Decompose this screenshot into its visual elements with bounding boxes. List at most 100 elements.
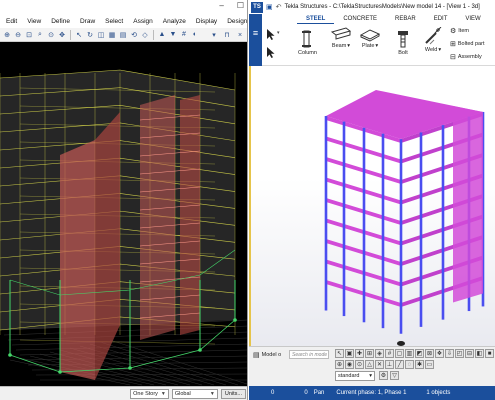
shear-wall [60,140,95,380]
current-phase[interactable]: Current phase: 1, Phase 1 [336,390,406,396]
zoom-fit-icon[interactable]: ⊙ [46,30,56,40]
menu-item-edit[interactable]: Edit [1,18,22,25]
zoom-out-icon[interactable]: ⊖ [13,30,23,40]
snap-center-icon[interactable]: ⊙ [355,360,364,369]
select-point-icon[interactable]: ✚ [355,349,364,358]
move-up-icon[interactable]: ▲ [157,30,167,40]
tab-view[interactable]: VIEW [456,14,489,24]
select-part-icon[interactable]: ▣ [345,349,354,358]
weld-button[interactable]: Weld ▾ [422,27,444,53]
search-input[interactable]: Search in mode [289,350,329,359]
snap-mid-icon[interactable]: △ [365,360,374,369]
snap-line-icon[interactable]: ╱ [395,360,404,369]
select-tools[interactable] [265,28,277,62]
menu-item-design[interactable]: Design [222,18,247,25]
3d-view-icon[interactable]: ◫ [96,30,106,40]
pan-icon[interactable]: ✥ [57,30,67,40]
chevron-down-icon[interactable]: ▾ [277,30,280,36]
tab-draw[interactable]: DRAW [490,14,495,24]
refresh-icon[interactable]: ↻ [85,30,95,40]
menu-item-analyze[interactable]: Analyze [158,18,191,25]
story-selector-value: One Story [133,390,158,397]
undo-icon[interactable]: ↶ [276,3,282,11]
bolted-part-button[interactable]: ⊞ Bolted part [450,40,484,48]
wall-panel [453,106,483,303]
select-surface-icon[interactable]: ◩ [415,349,424,358]
coordinate-selector[interactable]: Global ▼ [171,388,218,399]
select-bolt-icon[interactable]: ⊞ [365,349,374,358]
minimize-button[interactable]: – [219,1,223,10]
bolt-button[interactable]: Bolt [394,30,412,56]
plan-view-icon[interactable]: ▦ [107,30,117,40]
model-object-browser-tab[interactable]: ▤ Model o [253,350,281,359]
save-icon[interactable]: ▣ [266,3,273,11]
tab-steel[interactable]: STEEL [297,14,335,24]
side-menu-button[interactable]: ≡ [249,14,262,66]
settings-icon[interactable]: ⚙ [379,371,388,380]
snap-point-icon[interactable]: ⊕ [335,360,344,369]
select-pour-icon[interactable]: ◧ [475,349,484,358]
select-reference-icon[interactable]: ◰ [455,349,464,358]
select-view-icon[interactable]: ▢ [395,349,404,358]
select-all-icon[interactable]: ■ [485,349,494,358]
perspective-icon[interactable]: ◇ [140,30,150,40]
zoom-window-icon[interactable]: ⊡ [24,30,34,40]
tekla-logo-icon: TS [251,1,263,13]
tab-concrete[interactable]: CONCRETE [334,14,386,24]
menu-item-display[interactable]: Display [191,18,222,25]
tekla-3d-viewport[interactable] [249,66,495,346]
pin-icon[interactable]: ⊓ [222,30,232,40]
units-button[interactable]: Units... [220,388,246,399]
etabs-3d-viewport[interactable] [0,42,248,386]
selected-objects-count: 1 objects [426,390,451,396]
snap-free-icon[interactable]: ▭ [425,360,434,369]
plate-icon [359,29,381,42]
select-assembly-icon[interactable]: ⊟ [465,349,474,358]
assembly-button[interactable]: ⊟ Assembly [450,53,482,61]
select-grid-icon[interactable]: # [385,349,394,358]
move-down-icon[interactable]: ▼ [168,30,178,40]
filter-icon[interactable]: ▽ [390,371,399,380]
snap-perp-icon[interactable]: ⊥ [385,360,394,369]
snap-end-icon[interactable]: ◉ [345,360,354,369]
zoom-in-icon[interactable]: ⊕ [2,30,12,40]
select-component-icon[interactable]: ❖ [435,349,444,358]
story-selector[interactable]: One Story ▼ [130,388,169,399]
elevation-view-icon[interactable]: ▤ [118,30,128,40]
toolbar-separator [70,29,71,40]
menu-item-assign[interactable]: Assign [128,18,158,25]
coordinate-selector-value: Global [174,390,191,397]
item-button[interactable]: ⚙ Item [450,27,469,35]
display-icon[interactable]: ◐ [190,30,200,40]
snap-intersect-icon[interactable]: ✕ [375,360,384,369]
select-rebar-icon[interactable]: ▥ [405,349,414,358]
close-icon[interactable]: × [235,30,245,40]
menu-item-select[interactable]: Select [100,18,128,25]
plate-button[interactable]: Plate ▾ [359,27,381,49]
tab-edit[interactable]: EDIT [425,14,457,24]
select-weld-icon[interactable]: ◈ [375,349,384,358]
snap-nearest-icon[interactable]: ◌ [405,360,414,369]
column [342,121,346,317]
item-label: Item [458,28,469,34]
select-icon[interactable]: ↖ [74,30,84,40]
select-cut-icon[interactable]: ⊠ [425,349,434,358]
zoom-previous-icon[interactable]: ⌕ [35,30,45,40]
rotate-icon[interactable]: ⟲ [129,30,139,40]
select-switch-icon[interactable]: ↖ [335,349,344,358]
standard-select[interactable]: standard ▾ [335,371,375,381]
column-button[interactable]: Column [298,30,317,56]
weld-label: Weld [424,47,438,53]
maximize-button[interactable]: ☐ [237,1,244,10]
grid-icon[interactable]: # [179,30,189,40]
tab-rebar[interactable]: REBAR [386,14,425,24]
snap-any-icon[interactable]: ✱ [415,360,424,369]
ribbon-tabs: STEELCONCRETEREBAREDITVIEWDRAW [297,14,495,24]
column [381,133,385,329]
menu-item-view[interactable]: View [22,18,46,25]
menu-item-draw[interactable]: Draw [75,18,100,25]
select-load-icon[interactable]: ⇩ [445,349,454,358]
menu-item-define[interactable]: Define [46,18,75,25]
beam-button[interactable]: Beam ▾ [330,27,352,49]
dropdown-icon[interactable]: ▾ [209,30,219,40]
